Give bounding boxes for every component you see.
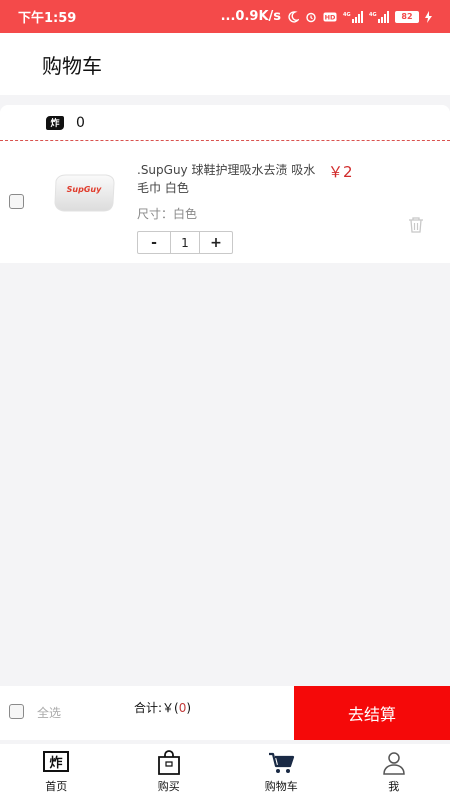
product-image[interactable]: SupGuy <box>50 167 118 217</box>
battery-icon: 82 <box>395 10 419 23</box>
tab-me[interactable]: 我 <box>338 744 450 800</box>
moon-icon <box>287 10 299 23</box>
home-icon: 炸 <box>43 751 70 772</box>
increase-quantity-button[interactable]: + <box>200 232 232 253</box>
product-name[interactable]: .SupGuy 球鞋护理吸水去渍 吸水毛巾 白色 <box>137 161 325 197</box>
network-speed: ...0.9K/s <box>220 9 281 24</box>
signal-icon-2: 4G <box>369 10 389 23</box>
shopping-bag-icon <box>157 750 180 775</box>
bottom-tab-bar: 炸 首页 购买 购物车 我 <box>0 744 450 800</box>
signal-icon-1: 4G <box>343 10 363 23</box>
tab-cart[interactable]: 购物车 <box>225 744 338 800</box>
store-row: 炸 0 <box>0 105 450 141</box>
item-checkbox[interactable] <box>9 194 24 209</box>
svg-text:4G: 4G <box>343 12 351 18</box>
svg-text:SupGuy: SupGuy <box>67 185 102 194</box>
decrease-quantity-button[interactable]: - <box>138 232 170 253</box>
tab-cart-label: 购物车 <box>264 780 298 793</box>
page-title: 购物车 <box>42 53 102 78</box>
tab-buy-label: 购买 <box>157 780 180 793</box>
checkout-button[interactable]: 去结算 <box>294 686 450 740</box>
product-spec: 尺寸：白色 <box>137 207 198 221</box>
quantity-stepper: - 1 + <box>137 231 233 254</box>
alarm-icon <box>305 11 317 23</box>
delete-icon[interactable] <box>407 216 425 234</box>
total-price: 合计:￥(0) <box>134 699 191 716</box>
cart-item: SupGuy .SupGuy 球鞋护理吸水去渍 吸水毛巾 白色 ￥2 尺寸：白色… <box>0 141 450 262</box>
product-price: ￥2 <box>328 163 353 181</box>
user-icon <box>382 752 405 775</box>
total-suffix: ) <box>186 701 192 715</box>
tab-me-label: 我 <box>388 780 400 793</box>
checkout-bar: 全选 合计:￥(0) 去结算 <box>0 686 450 740</box>
status-icons: ...0.9K/s HD 4G 4G 82 <box>221 9 432 24</box>
charging-icon <box>425 10 432 23</box>
select-all-checkbox[interactable] <box>9 704 24 719</box>
svg-text:炸: 炸 <box>50 755 63 771</box>
svg-text:HD: HD <box>325 13 336 21</box>
status-bar: 下午1:59 ...0.9K/s HD 4G 4G 82 <box>0 0 450 33</box>
store-logo-icon: 炸 <box>46 115 64 130</box>
tab-home[interactable]: 炸 首页 <box>0 744 113 800</box>
select-all-label[interactable]: 全选 <box>37 704 61 721</box>
store-count: 0 <box>76 114 85 131</box>
tab-buy[interactable]: 购买 <box>113 744 226 800</box>
quantity-value[interactable]: 1 <box>170 232 200 253</box>
cart-store-card: 炸 0 SupGuy .SupGuy 球鞋护理吸水去渍 吸水毛巾 白色 ￥2 尺… <box>0 105 450 263</box>
status-time: 下午1:59 <box>18 11 77 26</box>
page-header: 购物车 <box>0 33 450 95</box>
hd-icon: HD <box>323 12 337 22</box>
svg-text:4G: 4G <box>369 12 377 18</box>
cart-icon <box>269 752 295 773</box>
total-label: 合计:￥( <box>134 701 179 715</box>
tab-home-label: 首页 <box>45 780 68 793</box>
